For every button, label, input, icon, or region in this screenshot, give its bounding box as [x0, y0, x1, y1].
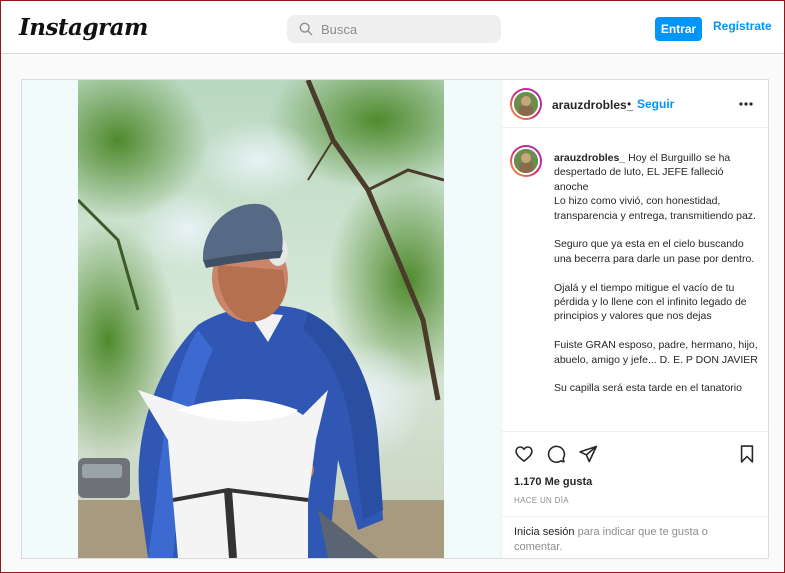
more-options-icon[interactable] [738, 96, 754, 112]
caption-paragraph: Su capilla será esta tarde en el tanator… [554, 382, 742, 395]
like-count[interactable]: 1.170 Me gusta [514, 476, 592, 488]
post-username[interactable]: arauzdrobles_ [552, 98, 633, 112]
post-container: arauzdrobles_ • Seguir arauzdrobles_ Hoy… [21, 79, 769, 559]
post-photo[interactable] [78, 80, 444, 558]
avatar[interactable] [510, 88, 542, 120]
search-box[interactable] [287, 15, 501, 43]
avatar-image [512, 90, 540, 118]
bookmark-icon[interactable] [737, 444, 757, 464]
register-link[interactable]: Regístrate [713, 19, 772, 33]
post-timestamp[interactable]: HACE UN DÍA [514, 496, 569, 505]
follow-button[interactable]: Seguir [637, 97, 674, 111]
caption-avatar-image [512, 147, 540, 175]
photo-image [78, 80, 444, 558]
login-prompt: Inicia sesión para indicar que te gusta … [502, 516, 769, 559]
instagram-logo[interactable]: Instagram [19, 14, 148, 41]
share-icon[interactable] [578, 444, 598, 464]
post-media[interactable] [22, 80, 501, 558]
caption-text: arauzdrobles_ Hoy el Burguillo se ha des… [554, 151, 759, 410]
post-actions: 1.170 Me gusta HACE UN DÍA Inicia sesión… [502, 431, 769, 558]
post-sidebar: arauzdrobles_ • Seguir arauzdrobles_ Hoy… [501, 80, 769, 558]
separator-dot: • [627, 97, 632, 111]
caption-paragraph: Fuiste GRAN esposo, padre, hermano, hijo… [554, 339, 758, 366]
caption-paragraph: arauzdrobles_ Hoy el Burguillo se ha des… [554, 151, 759, 223]
login-button[interactable]: Entrar [655, 17, 702, 41]
caption-paragraph: Seguro que ya esta en el cielo buscando … [554, 238, 755, 265]
caption-scroll-area[interactable]: arauzdrobles_ Hoy el Burguillo se ha des… [502, 129, 769, 431]
heart-icon[interactable] [514, 444, 534, 464]
post-header: arauzdrobles_ • Seguir [502, 80, 769, 128]
top-navigation-bar: Instagram Entrar Regístrate [1, 1, 784, 54]
comment-icon[interactable] [546, 444, 566, 464]
caption-username[interactable]: arauzdrobles_ [554, 152, 625, 164]
login-link[interactable]: Inicia sesión [514, 526, 575, 538]
caption-avatar[interactable] [510, 145, 542, 177]
search-icon [299, 22, 313, 36]
caption-paragraph: Ojalá y el tiempo mitigue el vacío de tu… [554, 281, 747, 323]
search-input[interactable] [321, 15, 491, 43]
